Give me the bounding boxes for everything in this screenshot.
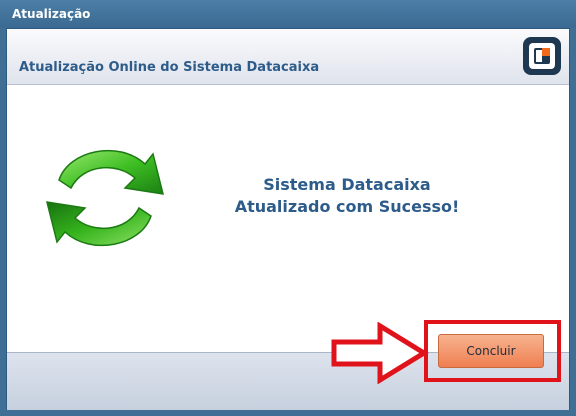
header-title: Atualização Online do Sistema Datacaixa: [19, 60, 320, 75]
refresh-arrows-icon: [45, 149, 165, 247]
window-title: Atualização: [12, 7, 91, 21]
datacaixa-logo-icon: [523, 37, 561, 75]
dialog-header: Atualização Online do Sistema Datacaixa: [7, 29, 569, 85]
update-window: Atualização Atualização Online do Sistem…: [0, 0, 576, 416]
message-line-2: Atualizado com Sucesso!: [234, 197, 460, 216]
title-bar[interactable]: Atualização: [0, 0, 576, 28]
success-message: Sistema Datacaixa Atualizado com Sucesso…: [197, 174, 497, 218]
concluir-button[interactable]: Concluir: [438, 334, 544, 368]
dialog-body: Sistema Datacaixa Atualizado com Sucesso…: [7, 85, 569, 352]
red-arrow-annotation-icon: [331, 322, 429, 384]
message-line-1: Sistema Datacaixa: [263, 175, 431, 194]
